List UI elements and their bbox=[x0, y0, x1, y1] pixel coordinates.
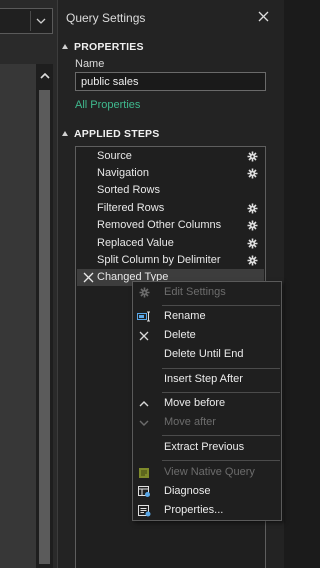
step-sorted-rows[interactable]: Sorted Rows bbox=[77, 182, 264, 199]
gear-icon[interactable] bbox=[247, 151, 258, 162]
scroll-up-icon[interactable] bbox=[36, 64, 53, 88]
menu-item-label: Delete Until End bbox=[164, 348, 244, 360]
menu-item-properties[interactable]: Properties... bbox=[133, 501, 281, 520]
gear-icon[interactable] bbox=[247, 238, 258, 249]
properties-section-header[interactable]: PROPERTIES bbox=[62, 41, 144, 53]
native-query-icon bbox=[137, 466, 151, 479]
close-icon[interactable] bbox=[256, 9, 270, 23]
properties-icon bbox=[137, 504, 151, 517]
menu-item-label: Diagnose bbox=[164, 485, 211, 497]
chevron-up-icon bbox=[137, 397, 151, 410]
step-label: Filtered Rows bbox=[97, 202, 165, 214]
query-combo[interactable] bbox=[0, 8, 53, 34]
left-pane bbox=[0, 0, 57, 568]
menu-item-label: Move after bbox=[164, 416, 216, 428]
menu-separator bbox=[162, 435, 280, 436]
applied-steps-section-header[interactable]: APPLIED STEPS bbox=[62, 128, 159, 140]
menu-item-view-native-query[interactable]: View Native Query bbox=[133, 463, 281, 482]
rename-icon bbox=[137, 310, 151, 323]
menu-item-label: Rename bbox=[164, 310, 206, 322]
menu-item-diagnose[interactable]: Diagnose bbox=[133, 482, 281, 501]
step-split-column-by-delimiter[interactable]: Split Column by Delimiter bbox=[77, 252, 264, 269]
panel-title: Query Settings bbox=[66, 11, 146, 25]
menu-item-label: Properties... bbox=[164, 504, 224, 516]
gear-icon[interactable] bbox=[247, 203, 258, 214]
menu-separator bbox=[162, 392, 280, 393]
step-label: Removed Other Columns bbox=[97, 219, 222, 231]
chevron-down-icon[interactable] bbox=[30, 11, 50, 31]
vertical-scrollbar[interactable] bbox=[36, 64, 53, 568]
menu-separator bbox=[162, 460, 280, 461]
scroll-thumb[interactable] bbox=[39, 90, 50, 564]
step-removed-other-columns[interactable]: Removed Other Columns bbox=[77, 217, 264, 234]
step-navigation[interactable]: Navigation bbox=[77, 165, 264, 182]
name-label: Name bbox=[75, 58, 105, 70]
step-label: Sorted Rows bbox=[97, 184, 160, 196]
step-label: Navigation bbox=[97, 167, 149, 179]
step-context-menu: Edit Settings Rename Delete Delete Until… bbox=[132, 281, 282, 521]
gear-icon[interactable] bbox=[247, 220, 258, 231]
menu-item-label: Extract Previous bbox=[164, 441, 245, 453]
query-name-input[interactable] bbox=[75, 72, 266, 91]
menu-item-move-before[interactable]: Move before bbox=[133, 394, 281, 413]
step-source[interactable]: Source bbox=[77, 148, 264, 165]
delete-step-icon[interactable] bbox=[83, 272, 94, 283]
menu-item-move-after[interactable]: Move after bbox=[133, 413, 281, 432]
gear-icon bbox=[137, 286, 151, 299]
all-properties-link[interactable]: All Properties bbox=[75, 99, 140, 111]
applied-steps-heading: APPLIED STEPS bbox=[74, 128, 160, 140]
menu-item-delete-until-end[interactable]: Delete Until End bbox=[133, 345, 281, 364]
menu-item-label: Edit Settings bbox=[164, 286, 226, 298]
diagnose-icon bbox=[137, 485, 151, 498]
delete-icon bbox=[137, 329, 151, 342]
menu-item-label: Move before bbox=[164, 397, 226, 409]
collapse-triangle-icon bbox=[62, 131, 68, 136]
step-label: Source bbox=[97, 150, 132, 162]
properties-heading: PROPERTIES bbox=[74, 41, 144, 53]
menu-item-insert-step-after[interactable]: Insert Step After bbox=[133, 370, 281, 389]
step-replaced-value[interactable]: Replaced Value bbox=[77, 235, 264, 252]
collapse-triangle-icon bbox=[62, 44, 68, 49]
menu-item-label: Delete bbox=[164, 329, 196, 341]
menu-item-delete[interactable]: Delete bbox=[133, 326, 281, 345]
step-label: Split Column by Delimiter bbox=[97, 254, 221, 266]
menu-separator bbox=[162, 305, 280, 306]
menu-item-label: Insert Step After bbox=[164, 373, 243, 385]
menu-separator bbox=[162, 368, 280, 369]
step-filtered-rows[interactable]: Filtered Rows bbox=[77, 200, 264, 217]
menu-item-rename[interactable]: Rename bbox=[133, 307, 281, 326]
gear-icon[interactable] bbox=[247, 168, 258, 179]
menu-item-edit-settings[interactable]: Edit Settings bbox=[133, 283, 281, 302]
menu-item-label: View Native Query bbox=[164, 466, 255, 478]
gear-icon[interactable] bbox=[247, 255, 258, 266]
menu-item-extract-previous[interactable]: Extract Previous bbox=[133, 438, 281, 457]
query-list-area bbox=[0, 64, 36, 568]
step-label: Replaced Value bbox=[97, 237, 174, 249]
chevron-down-icon bbox=[137, 416, 151, 429]
